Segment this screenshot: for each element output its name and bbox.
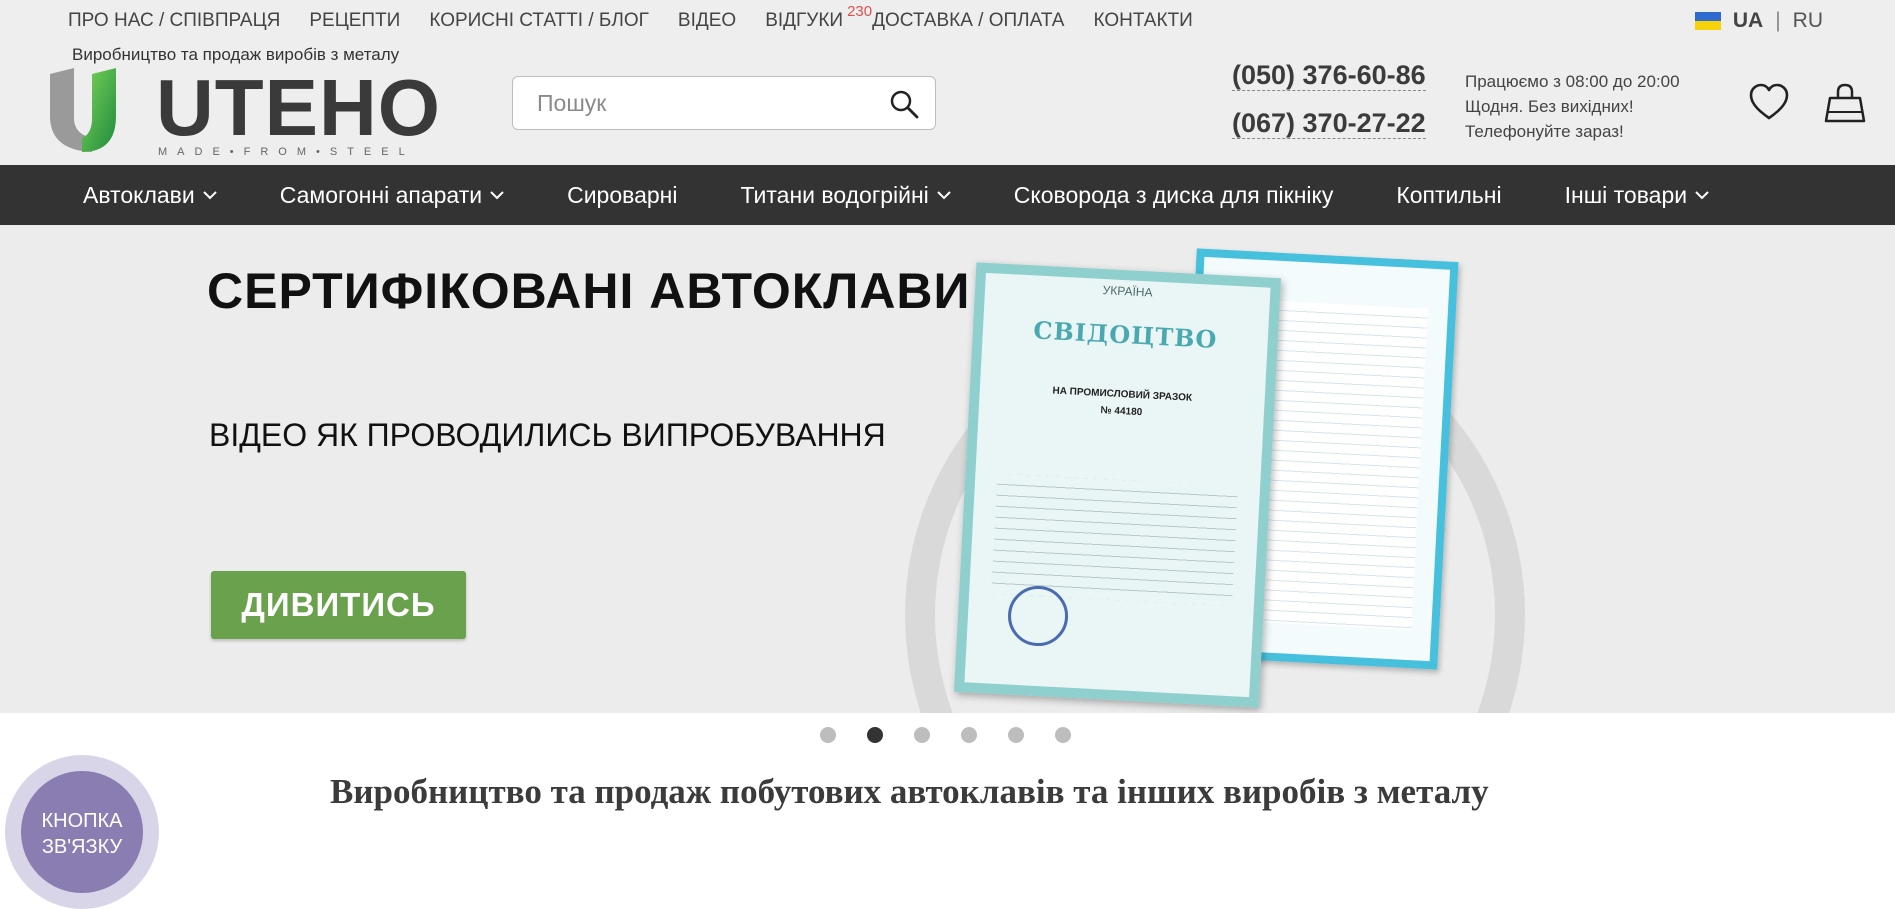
slider-dot-6[interactable] — [1055, 727, 1071, 743]
contact-label-1: КНОПКА — [41, 810, 123, 832]
reviews-label: ВІДГУКИ — [765, 10, 844, 31]
search-icon[interactable] — [889, 89, 919, 119]
search-box — [512, 76, 936, 130]
nav-disc-pan[interactable]: Сковорода з диска для пікніку — [1014, 182, 1334, 209]
hours-line-2: Щодня. Без вихідних! — [1465, 97, 1634, 116]
nav-label: Сироварні — [567, 181, 678, 208]
top-link-reviews[interactable]: ВІДГУКИ 230 — [765, 3, 872, 32]
logo-text: UTEHO — [156, 63, 441, 152]
phone-numbers: (050) 376-60-86 (067) 370-27-22 — [1232, 60, 1432, 156]
language-switcher: UA | RU — [1694, 0, 1823, 42]
hours-line-1: Працюємо з 08:00 до 20:00 — [1465, 72, 1680, 91]
contact-button-inner: КНОПКА ЗВ'ЯЗКУ — [21, 771, 143, 893]
top-bar: ПРО НАС / СПІВПРАЦЯ РЕЦЕПТИ КОРИСНІ СТАТ… — [0, 0, 1895, 42]
chevron-down-icon — [203, 190, 217, 199]
cert-country: УКРАЇНА — [1102, 282, 1153, 300]
nav-distillers[interactable]: Самогонні апарати — [280, 182, 504, 209]
main-nav: Автоклави Самогонні апарати Сироварні Ти… — [0, 165, 1895, 225]
slider-dots — [820, 727, 1071, 743]
logo[interactable]: UTEHO MADE•FROM•STEEL — [48, 66, 440, 162]
top-link-delivery[interactable]: ДОСТАВКА / ОПЛАТА — [872, 10, 1064, 32]
phone-link-1[interactable]: (050) 376-60-86 — [1232, 60, 1426, 91]
certificate-image-1: УКРАЇНА СВІДОЦТВО НА ПРОМИСЛОВИЙ ЗРАЗОК … — [953, 262, 1282, 708]
nav-other-products[interactable]: Інші товари — [1565, 182, 1710, 209]
header: Виробництво та продаж виробів з металу U… — [0, 42, 1895, 165]
lang-ru[interactable]: RU — [1793, 9, 1823, 33]
banner-title: СЕРТИФІКОВАНІ АВТОКЛАВИ — [207, 263, 971, 319]
nav-smokehouses[interactable]: Коптильні — [1396, 182, 1501, 209]
cert-title: СВІДОЦТВО — [1032, 315, 1219, 355]
nav-cheese-makers[interactable]: Сироварні — [567, 182, 677, 209]
cert-body-text — [991, 473, 1239, 607]
reviews-count-badge: 230 — [847, 3, 873, 20]
slider-dot-2[interactable] — [867, 727, 883, 743]
hours-line-3: Телефонуйте зараз! — [1465, 122, 1624, 141]
search-input[interactable] — [513, 77, 873, 129]
nav-autoclaves[interactable]: Автоклави — [83, 182, 217, 209]
top-link-blog[interactable]: КОРИСНІ СТАТТІ / БЛОГ — [429, 10, 649, 32]
nav-label: Автоклави — [83, 181, 195, 208]
hero-banner[interactable]: СЕРТИФІКОВАНІ АВТОКЛАВИ ВІДЕО ЯК ПРОВОДИ… — [0, 225, 1895, 713]
nav-label: Сковорода з диска для пікніку — [1013, 181, 1334, 208]
chevron-down-icon — [1695, 190, 1709, 199]
nav-label: Самогонні апарати — [279, 181, 483, 208]
tagline: Виробництво та продаж виробів з металу — [72, 45, 400, 64]
top-link-about[interactable]: ПРО НАС / СПІВПРАЦЯ — [68, 10, 280, 32]
logo-slogan: MADE•FROM•STEEL — [158, 146, 415, 158]
page-title: Виробництво та продаж побутових автоклав… — [330, 772, 1489, 811]
top-link-recipes[interactable]: РЕЦЕПТИ — [309, 10, 400, 32]
nav-label: Титани водогрійні — [740, 181, 929, 208]
slider-dot-4[interactable] — [961, 727, 977, 743]
banner-subtitle: ВІДЕО ЯК ПРОВОДИЛИСЬ ВИПРОБУВАННЯ — [209, 417, 886, 453]
working-hours: Працюємо з 08:00 до 20:00 Щодня. Без вих… — [1465, 69, 1680, 144]
phone-link-2[interactable]: (067) 370-27-22 — [1232, 108, 1426, 139]
lang-separator: | — [1775, 9, 1781, 32]
watch-button[interactable]: ДИВИТИСЬ — [211, 571, 466, 639]
cart-bag-icon[interactable] — [1824, 82, 1866, 124]
contact-button[interactable]: КНОПКА ЗВ'ЯЗКУ — [5, 755, 159, 909]
top-links: ПРО НАС / СПІВПРАЦЯ РЕЦЕПТИ КОРИСНІ СТАТ… — [68, 0, 1193, 42]
logo-u-icon — [50, 68, 116, 152]
nav-water-heaters[interactable]: Титани водогрійні — [740, 181, 951, 209]
nav-label: Інші товари — [1564, 181, 1688, 208]
top-link-video[interactable]: ВІДЕО — [678, 10, 736, 32]
slider-dot-5[interactable] — [1008, 727, 1024, 743]
wishlist-heart-icon[interactable] — [1748, 82, 1790, 124]
slider-dot-1[interactable] — [820, 727, 836, 743]
slider-dot-3[interactable] — [914, 727, 930, 743]
nav-label: Коптильні — [1396, 181, 1502, 208]
chevron-down-icon — [937, 190, 951, 199]
lang-ua[interactable]: UA — [1733, 9, 1763, 33]
top-link-contacts[interactable]: КОНТАКТИ — [1093, 10, 1192, 32]
contact-label-2: ЗВ'ЯЗКУ — [41, 836, 123, 858]
ukraine-flag-icon — [1694, 12, 1721, 30]
chevron-down-icon — [490, 190, 504, 199]
